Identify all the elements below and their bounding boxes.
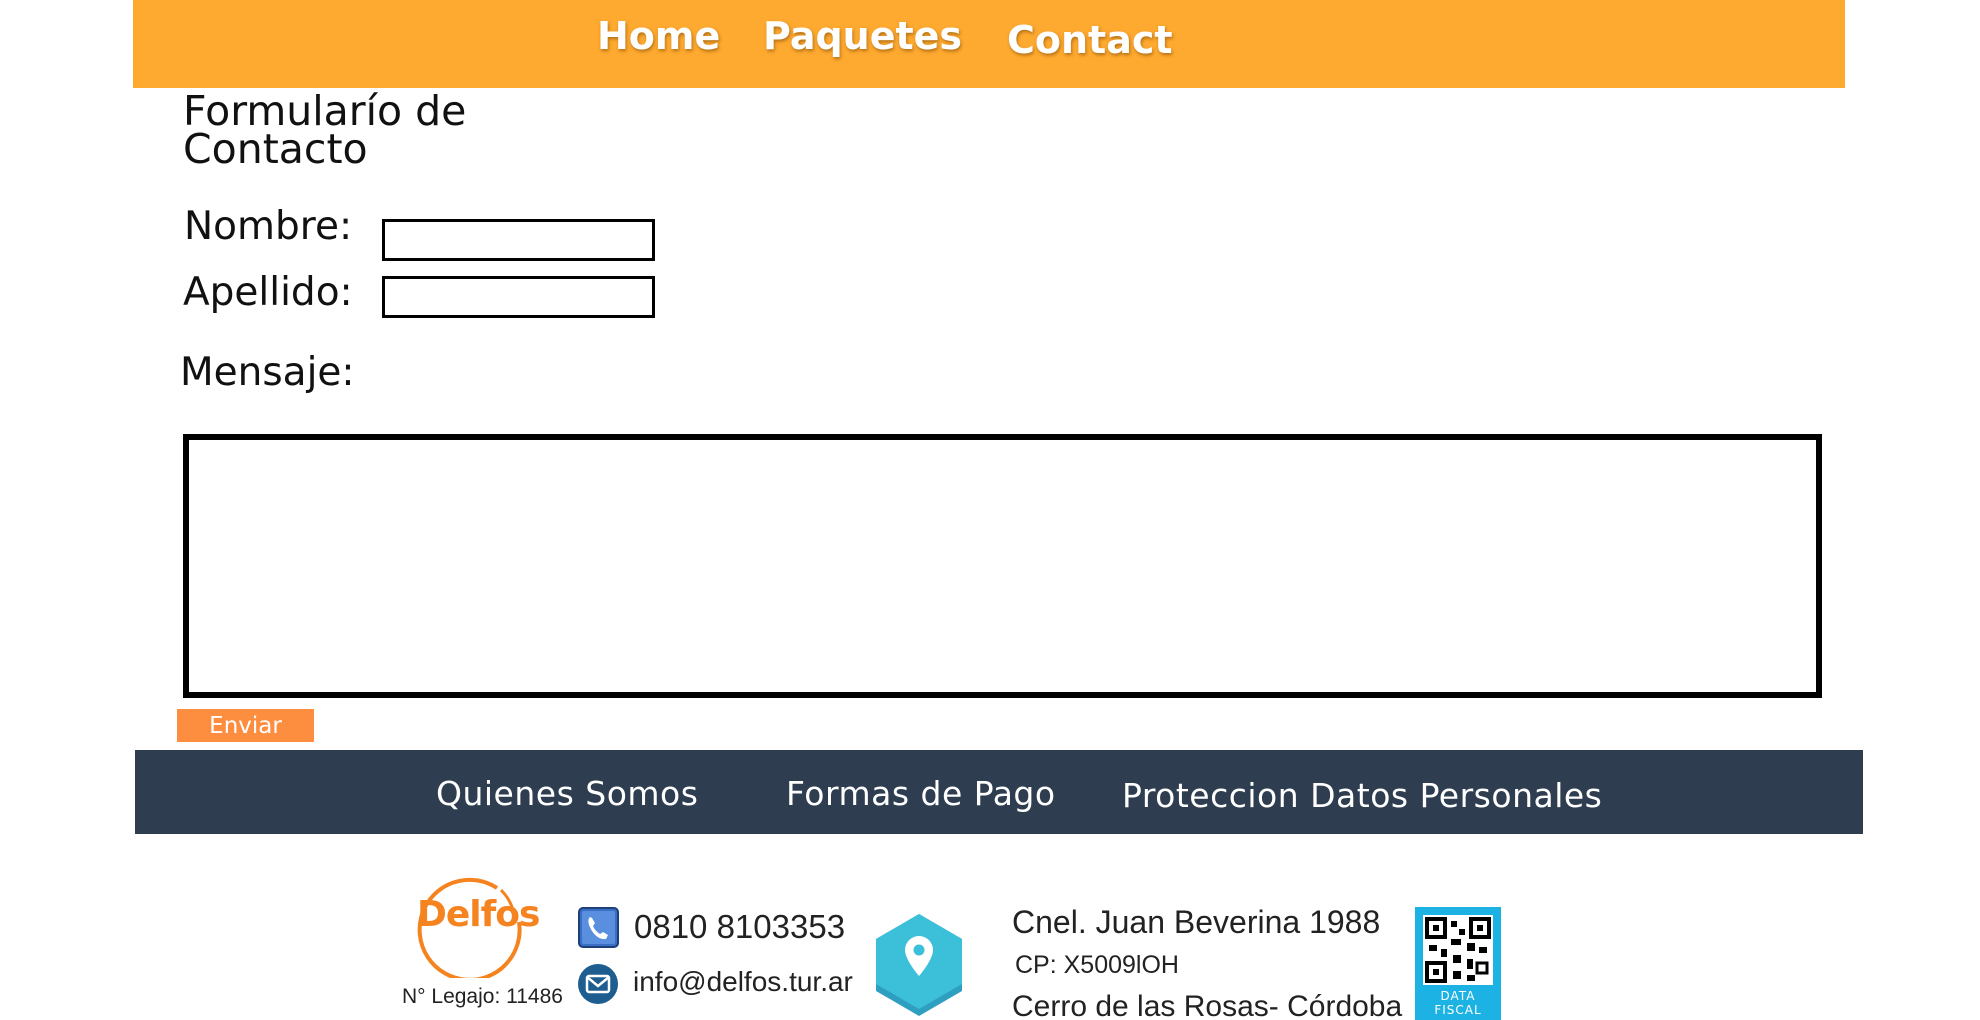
nombre-label: Nombre: <box>184 204 353 249</box>
email-link[interactable]: info@delfos.tur.ar <box>633 966 853 998</box>
delfos-logo: Delfos <box>405 870 540 982</box>
top-nav-bar: Home Paquetes Contact <box>133 0 1845 88</box>
enviar-button[interactable]: Enviar <box>177 709 314 742</box>
map-pin-icon <box>874 912 964 1018</box>
legajo-number: N° Legajo: 11486 <box>402 985 563 1008</box>
apellido-input[interactable] <box>382 276 655 318</box>
nav-home-link[interactable]: Home <box>597 14 720 58</box>
phone-number: 0810 8103353 <box>634 908 846 945</box>
data-fiscal-line-2: FISCAL <box>1434 1003 1482 1017</box>
footer-proteccion-datos-link[interactable]: Proteccion Datos Personales <box>1122 776 1602 815</box>
page: Home Paquetes Contact Formularío de Cont… <box>0 0 1980 1020</box>
mail-icon <box>577 963 619 1005</box>
nombre-input[interactable] <box>382 219 655 261</box>
form-title: Formularío de Contacto <box>183 87 467 173</box>
data-fiscal-badge[interactable]: DATA FISCAL <box>1415 907 1501 1020</box>
mensaje-label: Mensaje: <box>180 350 355 395</box>
address-street: Cnel. Juan Beverina 1988 <box>1012 904 1381 940</box>
nav-paquetes-link[interactable]: Paquetes <box>763 14 962 58</box>
logo-text: Delfos <box>417 894 540 935</box>
address-cp: CP: X5009lOH <box>1015 951 1179 979</box>
phone-icon <box>578 907 619 948</box>
mensaje-textarea[interactable] <box>183 434 1822 698</box>
footer-formas-de-pago-link[interactable]: Formas de Pago <box>786 774 1056 813</box>
footer-nav-bar: Quienes Somos Formas de Pago Proteccion … <box>135 750 1863 834</box>
qr-code-icon <box>1423 915 1493 985</box>
apellido-label: Apellido: <box>183 270 353 315</box>
footer-quienes-somos-link[interactable]: Quienes Somos <box>436 774 698 813</box>
data-fiscal-line-1: DATA <box>1440 989 1476 1003</box>
nav-contact-link[interactable]: Contact <box>1007 18 1173 62</box>
address-city: Cerro de las Rosas- Córdoba <box>1012 990 1403 1020</box>
